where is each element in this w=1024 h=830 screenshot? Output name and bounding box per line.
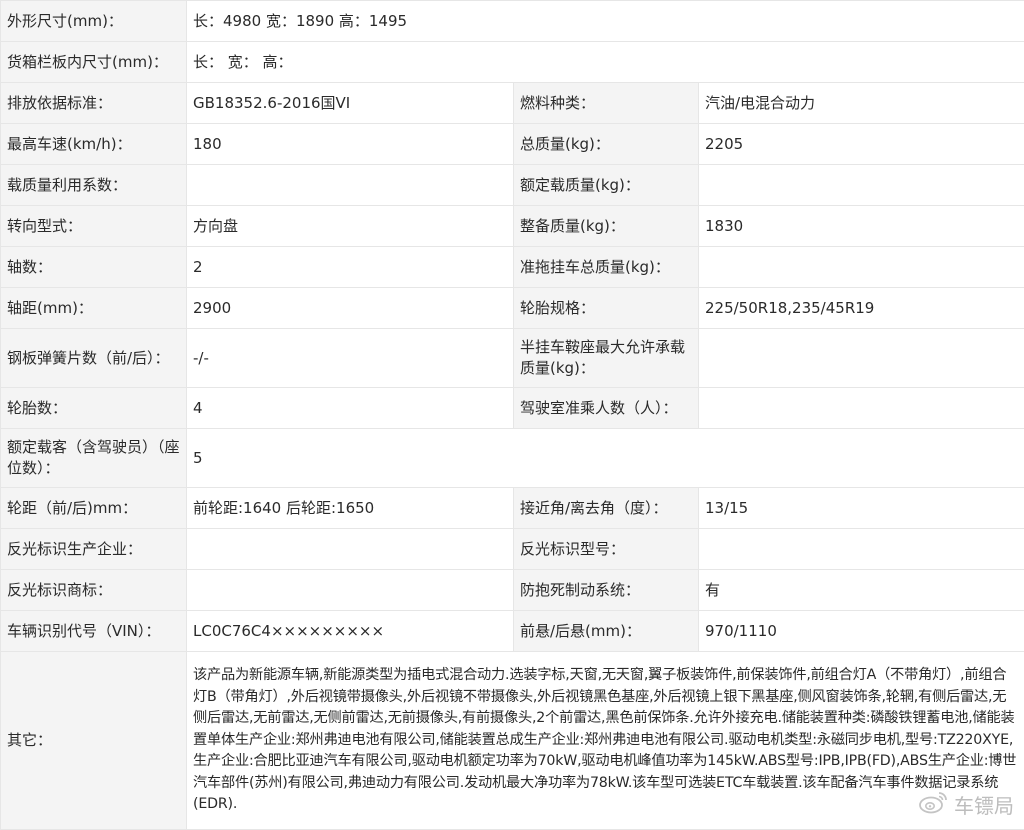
vehicle-spec-table: 外形尺寸(mm)： 长：4980 宽：1890 高：1495 货箱栏板内尺寸(m… bbox=[0, 0, 1024, 830]
field-value: 5 bbox=[187, 429, 1024, 488]
field-label: 钢板弹簧片数（前/后）： bbox=[1, 329, 187, 388]
field-value bbox=[699, 247, 1024, 288]
field-value: LC0C76C4××××××××× bbox=[187, 611, 514, 652]
field-value: 13/15 bbox=[699, 488, 1024, 529]
field-label: 反光标识商标： bbox=[1, 570, 187, 611]
field-value: 有 bbox=[699, 570, 1024, 611]
field-label: 外形尺寸(mm)： bbox=[1, 1, 187, 42]
field-value bbox=[699, 529, 1024, 570]
field-label: 反光标识型号： bbox=[514, 529, 699, 570]
field-value: 2205 bbox=[699, 124, 1024, 165]
table-row: 货箱栏板内尺寸(mm)： 长： 宽： 高： bbox=[1, 42, 1024, 83]
table-row: 轴距(mm)： 2900 轮胎规格： 225/50R18,235/45R19 bbox=[1, 288, 1024, 329]
field-label: 轮胎数： bbox=[1, 388, 187, 429]
field-value: 225/50R18,235/45R19 bbox=[699, 288, 1024, 329]
field-value: 汽油/电混合动力 bbox=[699, 83, 1024, 124]
field-label: 轴数： bbox=[1, 247, 187, 288]
field-label: 货箱栏板内尺寸(mm)： bbox=[1, 42, 187, 83]
field-label: 接近角/离去角（度）： bbox=[514, 488, 699, 529]
field-label: 驾驶室准乘人数（人）： bbox=[514, 388, 699, 429]
watermark-text: 车镖局 bbox=[954, 790, 1014, 819]
field-label: 半挂车鞍座最大允许承载质量(kg)： bbox=[514, 329, 699, 388]
table-row: 外形尺寸(mm)： 长：4980 宽：1890 高：1495 bbox=[1, 1, 1024, 42]
field-label: 轮胎规格： bbox=[514, 288, 699, 329]
field-value bbox=[187, 570, 514, 611]
notes-value: 该产品为新能源车辆,新能源类型为插电式混合动力.选装字标,天窗,无天窗,翼子板装… bbox=[187, 652, 1024, 830]
field-label: 车辆识别代号（VIN）： bbox=[1, 611, 187, 652]
field-value bbox=[699, 165, 1024, 206]
table-row: 最高车速(km/h)： 180 总质量(kg)： 2205 bbox=[1, 124, 1024, 165]
field-label: 准拖挂车总质量(kg)： bbox=[514, 247, 699, 288]
table-row: 钢板弹簧片数（前/后）： -/- 半挂车鞍座最大允许承载质量(kg)： bbox=[1, 329, 1024, 388]
field-value: 2900 bbox=[187, 288, 514, 329]
field-value: 1830 bbox=[699, 206, 1024, 247]
table-row: 车辆识别代号（VIN）： LC0C76C4××××××××× 前悬/后悬(mm)… bbox=[1, 611, 1024, 652]
field-label: 转向型式： bbox=[1, 206, 187, 247]
field-value: 4 bbox=[187, 388, 514, 429]
field-value bbox=[699, 329, 1024, 388]
field-label: 载质量利用系数： bbox=[1, 165, 187, 206]
field-value: 970/1110 bbox=[699, 611, 1024, 652]
table-row: 轮胎数： 4 驾驶室准乘人数（人）： bbox=[1, 388, 1024, 429]
field-value: 2 bbox=[187, 247, 514, 288]
table-row: 轮距（前/后)mm： 前轮距:1640 后轮距:1650 接近角/离去角（度）：… bbox=[1, 488, 1024, 529]
field-value: 方向盘 bbox=[187, 206, 514, 247]
table-row: 排放依据标准： GB18352.6-2016国VI 燃料种类： 汽油/电混合动力 bbox=[1, 83, 1024, 124]
table-row: 其它： 该产品为新能源车辆,新能源类型为插电式混合动力.选装字标,天窗,无天窗,… bbox=[1, 652, 1024, 830]
field-value: -/- bbox=[187, 329, 514, 388]
field-value bbox=[699, 388, 1024, 429]
field-label: 反光标识生产企业： bbox=[1, 529, 187, 570]
table-row: 额定载客（含驾驶员）（座位数）： 5 bbox=[1, 429, 1024, 488]
field-label: 额定载质量(kg)： bbox=[514, 165, 699, 206]
field-value: 前轮距:1640 后轮距:1650 bbox=[187, 488, 514, 529]
field-value: GB18352.6-2016国VI bbox=[187, 83, 514, 124]
field-value: 180 bbox=[187, 124, 514, 165]
table-row: 轴数： 2 准拖挂车总质量(kg)： bbox=[1, 247, 1024, 288]
field-label: 排放依据标准： bbox=[1, 83, 187, 124]
table-row: 载质量利用系数： 额定载质量(kg)： bbox=[1, 165, 1024, 206]
weibo-icon bbox=[918, 790, 948, 819]
field-value bbox=[187, 165, 514, 206]
field-label: 整备质量(kg)： bbox=[514, 206, 699, 247]
field-label: 最高车速(km/h)： bbox=[1, 124, 187, 165]
field-value bbox=[187, 529, 514, 570]
field-label: 防抱死制动系统： bbox=[514, 570, 699, 611]
field-value: 长：4980 宽：1890 高：1495 bbox=[187, 1, 1024, 42]
field-label: 总质量(kg)： bbox=[514, 124, 699, 165]
field-label: 轴距(mm)： bbox=[1, 288, 187, 329]
table-row: 转向型式： 方向盘 整备质量(kg)： 1830 bbox=[1, 206, 1024, 247]
watermark: 车镖局 bbox=[918, 790, 1014, 819]
field-label: 燃料种类： bbox=[514, 83, 699, 124]
table-row: 反光标识生产企业： 反光标识型号： bbox=[1, 529, 1024, 570]
field-label: 前悬/后悬(mm)： bbox=[514, 611, 699, 652]
field-label: 轮距（前/后)mm： bbox=[1, 488, 187, 529]
table-row: 反光标识商标： 防抱死制动系统： 有 bbox=[1, 570, 1024, 611]
field-value: 长： 宽： 高： bbox=[187, 42, 1024, 83]
field-label: 额定载客（含驾驶员）（座位数）： bbox=[1, 429, 187, 488]
field-label: 其它： bbox=[1, 652, 187, 830]
